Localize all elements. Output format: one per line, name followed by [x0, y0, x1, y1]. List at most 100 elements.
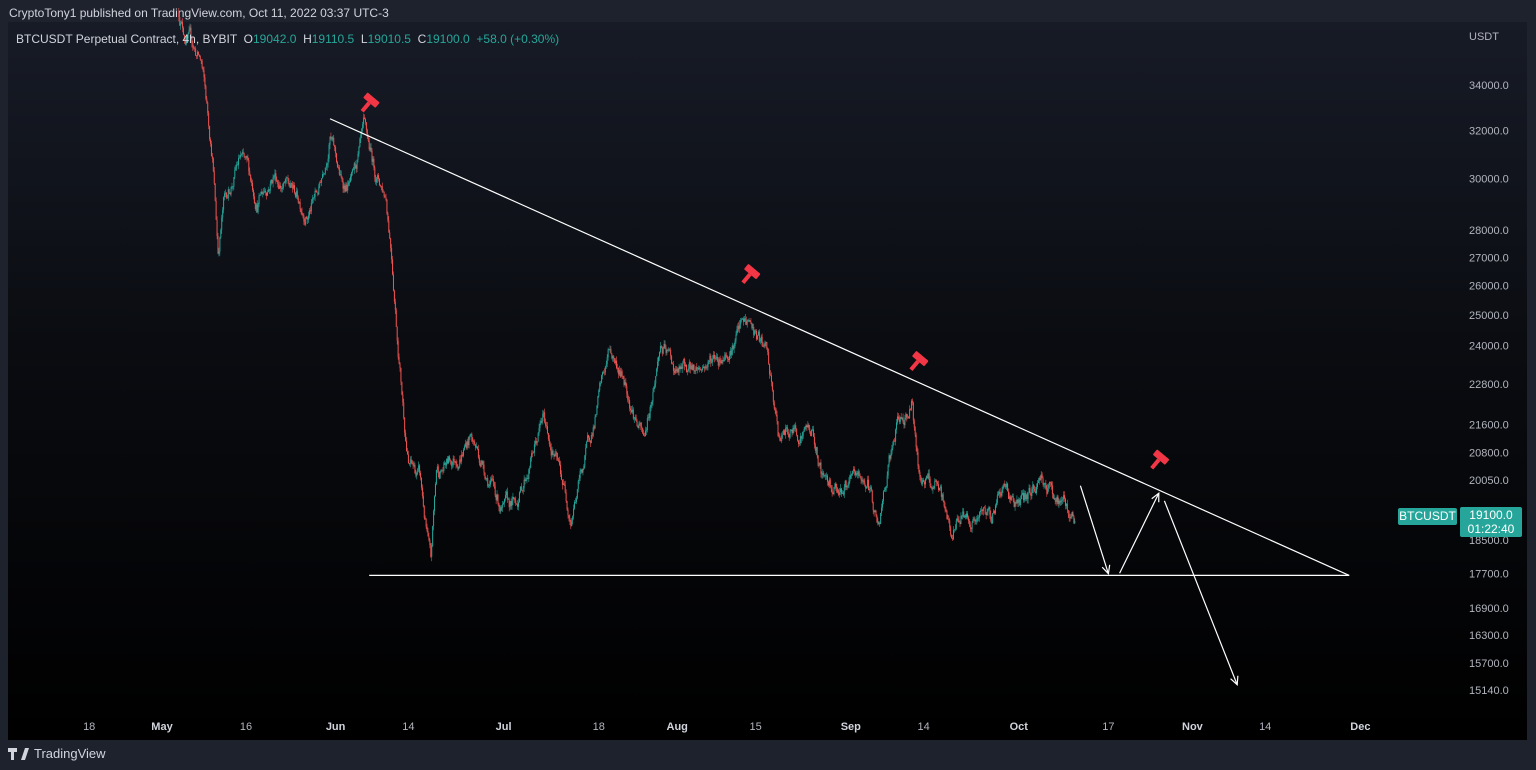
candle-body	[883, 490, 885, 492]
candle-body	[277, 181, 279, 185]
candle-body	[910, 400, 912, 410]
candle-body	[314, 191, 316, 198]
last-price-badge: 19100.0 01:22:40	[1460, 507, 1522, 537]
candle-body	[717, 361, 719, 366]
candle-body	[615, 360, 617, 364]
candle-body	[1050, 482, 1052, 486]
drawings-layer	[329, 92, 1350, 687]
candle-body	[227, 189, 229, 199]
candle-body	[295, 191, 297, 197]
candle-body	[924, 481, 926, 485]
candle-body	[868, 479, 870, 490]
candle-body	[222, 209, 224, 218]
candle-body	[179, 17, 181, 26]
candle-body	[293, 185, 295, 189]
candle-body	[876, 515, 878, 523]
candle-body	[387, 213, 389, 221]
candle-body	[664, 343, 666, 348]
candle-body	[511, 500, 513, 506]
candle-body	[269, 183, 271, 191]
candle-body	[889, 455, 891, 459]
candle-body	[859, 475, 861, 479]
candle-body	[997, 493, 999, 496]
tradingview-logo[interactable]: TradingView	[8, 746, 106, 761]
candle-body	[465, 443, 467, 448]
candle-body	[195, 48, 197, 56]
candle-body	[671, 355, 673, 364]
candle-body	[818, 464, 820, 466]
candle-body	[604, 366, 606, 373]
candle-body	[573, 508, 575, 517]
candle-body	[304, 221, 306, 225]
candle-body	[709, 355, 711, 361]
candle-body	[799, 436, 801, 444]
time-axis-ticks: 18 May 16 Jun 14 Jul 18 Aug 15 Sep 14 Oct 17 Nov 14 Dec	[83, 721, 1370, 733]
candle-body	[519, 486, 521, 493]
candle-body	[737, 326, 739, 330]
candle-body	[230, 187, 232, 195]
candle-body	[239, 155, 241, 158]
candle-body	[366, 129, 368, 138]
candle-body	[935, 480, 937, 482]
candle-body	[791, 429, 793, 434]
candle-body	[263, 191, 265, 194]
candle-body	[1030, 493, 1032, 497]
candle-body	[520, 486, 522, 491]
candle-body	[258, 195, 260, 205]
candle-body	[807, 424, 809, 428]
candle-body	[588, 437, 590, 441]
candle-body	[510, 501, 512, 506]
candle-body	[490, 478, 492, 481]
candle-body	[267, 189, 269, 193]
candle-body	[403, 402, 405, 418]
candle-body	[199, 56, 201, 60]
candle-body	[567, 509, 569, 516]
candle-body	[333, 137, 335, 146]
candle-body	[679, 366, 681, 370]
candle-body	[350, 176, 352, 182]
candle-body	[948, 519, 950, 521]
candle-body	[266, 192, 268, 196]
candle-body	[854, 469, 856, 472]
time-tick-label: 16	[240, 721, 252, 733]
candle-body	[666, 349, 668, 353]
candle-body	[770, 375, 772, 383]
candle-body	[204, 77, 206, 87]
candle-body	[210, 143, 212, 157]
projection-arrow	[1163, 500, 1238, 685]
candle-body	[189, 27, 191, 31]
candle-body	[678, 366, 680, 373]
candle-body	[486, 478, 488, 480]
candle-body	[828, 479, 830, 486]
candle-body	[860, 478, 862, 480]
candle-body	[424, 517, 426, 519]
candle-body	[1071, 512, 1073, 517]
symbol-badge: BTCUSDT	[1398, 508, 1457, 525]
candle-body	[1023, 493, 1025, 501]
candle-body	[504, 498, 506, 503]
candle-body	[348, 181, 350, 185]
candle-body	[470, 434, 472, 435]
candle-body	[1059, 500, 1061, 503]
candle-body	[986, 512, 988, 516]
candle-body	[932, 488, 934, 490]
candle-body	[696, 367, 698, 368]
candle-body	[937, 482, 939, 485]
candle-body	[389, 232, 391, 239]
candle-body	[252, 182, 254, 191]
candle-body	[813, 436, 815, 445]
candle-body	[761, 336, 763, 346]
candle-body	[372, 158, 374, 162]
candle-body	[976, 518, 978, 521]
candle-body	[322, 173, 324, 175]
candle-body	[693, 365, 695, 372]
candle-body	[802, 431, 804, 436]
candle-body	[900, 417, 902, 419]
candle-body	[796, 428, 798, 436]
candle-body	[365, 122, 367, 130]
candle-body	[395, 310, 397, 327]
candle-body	[526, 478, 528, 480]
candle-body	[817, 455, 819, 466]
candle-body	[241, 152, 243, 155]
candle-body	[719, 359, 721, 362]
